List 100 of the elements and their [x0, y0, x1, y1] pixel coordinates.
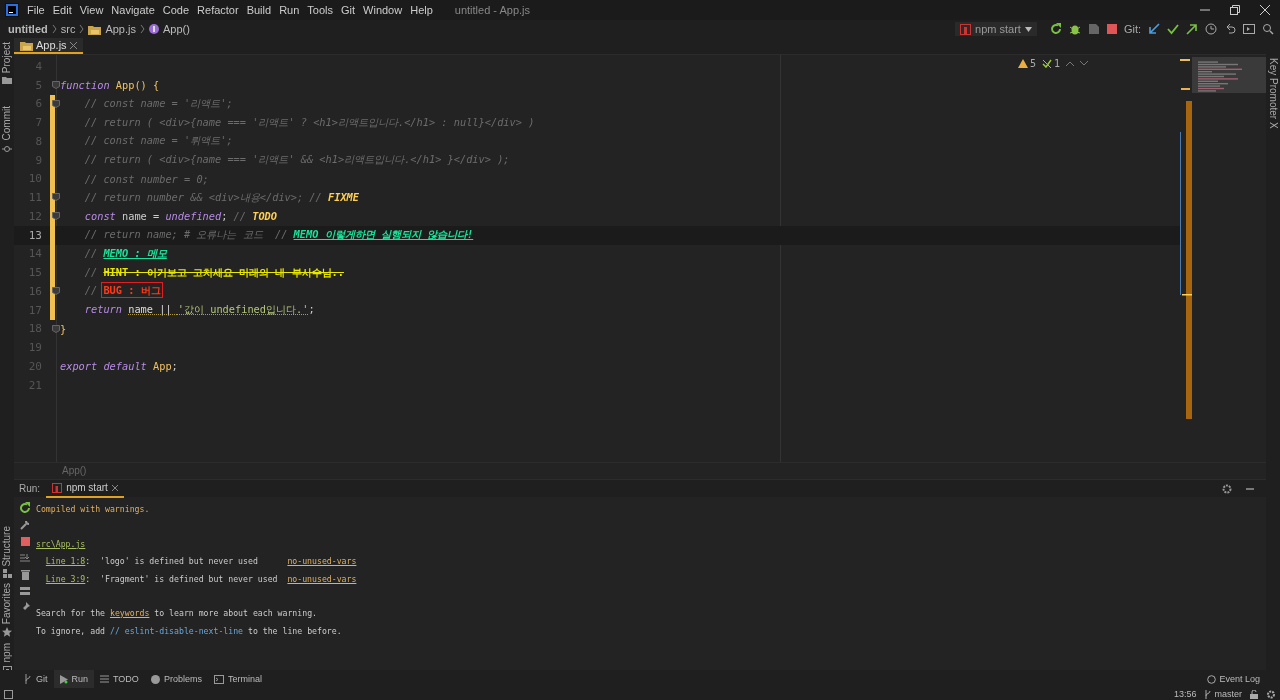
trash-icon[interactable]	[20, 570, 30, 580]
commit-icon	[2, 143, 12, 154]
link[interactable]: keywords	[109, 608, 150, 618]
scroll-to-end-icon[interactable]	[20, 553, 30, 563]
menu-item[interactable]: Build	[242, 4, 276, 16]
code-line: // return number && <div>내용</div>; // FIXME	[83, 190, 359, 205]
menu-item[interactable]: View	[75, 4, 108, 16]
console-line: Search for the keywords to learn more about each warning.	[36, 607, 318, 620]
link[interactable]: no-unused-vars	[287, 573, 357, 584]
menu-item[interactable]: Navigate	[107, 4, 159, 16]
fold-icon[interactable]	[52, 212, 60, 220]
settings-icon[interactable]	[1266, 689, 1276, 699]
code-line: export default App;	[60, 360, 178, 373]
close-icon[interactable]	[111, 484, 118, 491]
wrench-icon[interactable]	[20, 520, 30, 530]
star-icon	[2, 627, 12, 638]
checkmark-icon[interactable]	[1167, 23, 1179, 35]
menu-item[interactable]: Help	[406, 4, 437, 16]
info-icon	[150, 674, 160, 684]
warning-count[interactable]: 5	[1017, 58, 1036, 69]
tool-window-button[interactable]: Commit	[1, 106, 13, 141]
breadcrumb-item[interactable]: src	[60, 23, 76, 35]
menu-item[interactable]: Run	[275, 4, 304, 16]
coverage-icon[interactable]	[1087, 23, 1100, 35]
menu-item[interactable]: Window	[359, 4, 407, 16]
caret-icon	[1024, 26, 1032, 32]
console-tab[interactable]: npm start	[46, 479, 124, 498]
app-logo-icon	[5, 3, 19, 17]
menu-item[interactable]: File	[23, 4, 49, 16]
tool-window-button[interactable]: Favorites	[1, 583, 13, 625]
search-icon[interactable]	[1262, 23, 1274, 35]
menu-item[interactable]: Tools	[303, 4, 337, 16]
branch-icon	[24, 674, 32, 684]
code-line: }	[60, 322, 67, 335]
rerun-icon[interactable]	[19, 502, 31, 513]
menu-item[interactable]: Git	[337, 4, 360, 16]
weak-warning-count[interactable]: 1	[1041, 58, 1060, 69]
event-log-button[interactable]: Event Log	[1207, 674, 1280, 684]
tool-window-tab[interactable]: Run	[53, 670, 95, 688]
play-icon	[59, 674, 68, 684]
breadcrumb-item[interactable]: App.js	[105, 23, 136, 35]
menu-item[interactable]: Code	[158, 4, 194, 16]
layout-icon[interactable]	[20, 587, 30, 595]
tool-window-tab[interactable]: Git	[18, 670, 54, 688]
tool-window-button[interactable]: Project	[1, 42, 13, 74]
list-icon	[100, 675, 110, 683]
tool-window-button[interactable]: npm	[1, 643, 13, 663]
cursor-position[interactable]: 13:56	[1173, 689, 1197, 699]
terminal-icon	[213, 674, 224, 684]
npm-icon	[960, 23, 971, 35]
code-line: // const number = 0;	[83, 172, 209, 185]
push-arrow-icon[interactable]	[1186, 23, 1198, 35]
breadcrumb-item[interactable]: untitled	[8, 23, 48, 35]
editor-tab[interactable]: App.js	[14, 38, 83, 54]
fold-icon[interactable]	[52, 287, 60, 295]
console-line: Line 3:9: 'Fragment' is defined but never used no-unused-vars	[44, 572, 357, 586]
stop-icon[interactable]	[20, 537, 30, 546]
console-line: Compiled with warnings.	[36, 503, 151, 516]
npm-icon	[52, 482, 63, 493]
tool-window-tab[interactable]: Terminal	[207, 670, 268, 688]
link[interactable]: no-unused-vars	[287, 556, 357, 566]
debug-icon[interactable]	[1068, 23, 1081, 35]
code-line: // const name = '뤼액트';	[83, 134, 233, 149]
code-line: const name = undefined; // TODO	[83, 210, 278, 223]
tool-window-button[interactable]: Key Promoter X	[1267, 58, 1279, 129]
run-configuration-dropdown[interactable]: npm start	[955, 22, 1037, 36]
gear-icon[interactable]	[1222, 483, 1232, 494]
menu-item[interactable]: Edit	[48, 4, 76, 16]
function-icon	[148, 24, 159, 34]
chevron-icon	[79, 24, 85, 34]
code-line: function App() {	[60, 79, 160, 92]
undo-icon[interactable]	[1224, 23, 1236, 35]
fold-icon[interactable]	[52, 193, 60, 202]
fold-icon[interactable]	[52, 99, 60, 108]
update-arrow-icon[interactable]	[1148, 23, 1160, 35]
rerun-icon[interactable]	[1049, 23, 1062, 35]
tool-window-tab[interactable]: Problems	[144, 670, 208, 688]
run-label: Run:	[19, 483, 41, 494]
link[interactable]: Line 3:9	[45, 573, 86, 584]
link[interactable]: src\App.js	[36, 538, 86, 549]
file-icon	[20, 39, 33, 51]
weak-warning-icon	[1041, 59, 1052, 68]
history-icon[interactable]	[1205, 23, 1217, 35]
speech-bubble-icon	[1207, 674, 1217, 684]
chevron-icon	[139, 24, 145, 34]
menu-item[interactable]: Refactor	[193, 4, 243, 16]
git-label: Git:	[1123, 23, 1141, 35]
tool-window-tab[interactable]: TODO	[94, 670, 145, 688]
link[interactable]: Line 1:8	[45, 556, 86, 566]
lock-icon[interactable]	[1250, 689, 1258, 699]
tool-window-button[interactable]: Structure	[1, 525, 13, 567]
code-line: // return ( <div>{name === '리액트' ? <h1>리액트입니다.</h1> : null}</div> )	[83, 115, 535, 130]
console-line: To ignore, add // eslint-disable-next-line to the line before.	[36, 624, 343, 638]
window-icon[interactable]	[1243, 23, 1255, 35]
restore-icon[interactable]	[1230, 5, 1240, 15]
close-icon[interactable]	[1260, 5, 1270, 15]
breadcrumb-item[interactable]: App()	[162, 23, 190, 35]
stop-icon[interactable]	[1106, 24, 1117, 34]
git-branch-widget[interactable]: master	[1204, 689, 1242, 699]
panel-toggle-icon[interactable]	[4, 689, 13, 699]
